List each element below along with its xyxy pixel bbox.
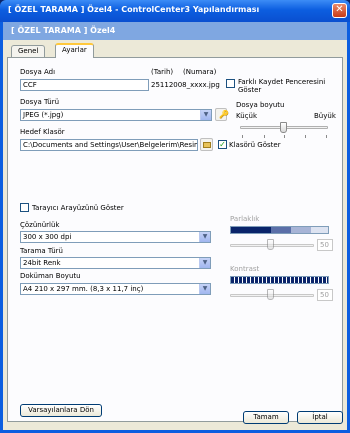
cancel-button[interactable]: İptal	[297, 411, 343, 424]
scan-type-label: Tarama Türü	[20, 247, 63, 255]
slider-tick	[264, 135, 265, 138]
browse-button[interactable]	[200, 138, 213, 151]
window-frame: [ ÖZEL TARAMA ] Özel4 Genel Ayarlar Dosy…	[0, 22, 350, 433]
folder-icon	[203, 142, 211, 148]
chevron-down-icon: ▼	[200, 110, 211, 120]
close-icon: ✕	[335, 4, 344, 15]
show-scanner-ui-label: Tarayıcı Arayüzünü Göster	[32, 204, 124, 212]
brightness-gauge	[230, 226, 329, 234]
file-type-settings-button[interactable]: 🔑	[215, 108, 229, 121]
contrast-slider-thumb[interactable]	[267, 289, 274, 300]
file-type-select[interactable]: JPEG (*.jpg) ▼	[20, 109, 212, 121]
scan-type-value: 24bit Renk	[23, 259, 61, 267]
file-type-value: JPEG (*.jpg)	[23, 111, 64, 119]
header-band: [ ÖZEL TARAMA ] Özel4	[3, 22, 347, 40]
doc-size-select[interactable]: A4 210 x 297 mm. (8,3 x 11,7 inç) ▼	[20, 283, 211, 295]
file-size-slider-thumb[interactable]	[280, 122, 287, 133]
date-label: (Tarih)	[151, 68, 174, 76]
window-title: [ ÖZEL TARAMA ] Özel4 - ControlCenter3 Y…	[8, 5, 260, 14]
resolution-label: Çözünürlük	[20, 221, 60, 229]
file-size-small-label: Küçük	[236, 112, 258, 120]
contrast-label: Kontrast	[230, 265, 260, 273]
brightness-label: Parlaklık	[230, 215, 260, 223]
dest-folder-label: Hedef Klasör	[20, 128, 65, 136]
file-type-label: Dosya Türü	[20, 98, 60, 106]
contrast-value[interactable]: 50	[317, 289, 333, 301]
doc-size-label: Doküman Boyutu	[20, 272, 81, 280]
slider-tick	[284, 135, 285, 138]
resolution-value: 300 x 300 dpi	[23, 233, 72, 241]
resolution-select[interactable]: 300 x 300 dpi ▼	[20, 231, 211, 243]
show-folder-label: Klasörü Göster	[229, 141, 281, 149]
slider-tick	[242, 135, 243, 138]
restore-defaults-button[interactable]: Varsayılanlara Dön	[20, 404, 102, 417]
brightness-slider-thumb[interactable]	[267, 239, 274, 250]
title-bar: [ ÖZEL TARAMA ] Özel4 - ControlCenter3 Y…	[0, 0, 350, 22]
file-size-label: Dosya boyutu	[236, 101, 285, 109]
tab-ayarlar[interactable]: Ayarlar	[55, 43, 94, 58]
chevron-down-icon: ▼	[199, 258, 210, 268]
file-name-input[interactable]: CCF	[20, 79, 149, 91]
brightness-value[interactable]: 50	[317, 239, 333, 251]
scan-type-select[interactable]: 24bit Renk ▼	[20, 257, 211, 269]
chevron-down-icon: ▼	[199, 232, 210, 242]
slider-tick	[326, 135, 327, 138]
tab-genel[interactable]: Genel	[11, 45, 46, 57]
save-as-checkbox[interactable]	[226, 79, 235, 88]
save-as-label: Farklı Kaydet Penceresini Göster	[238, 78, 326, 94]
slider-tick	[305, 135, 306, 138]
settings-panel: Dosya Adı CCF (Tarih) (Numara) 25112008_…	[7, 57, 343, 422]
file-name-preview: 25112008_xxxx.jpg	[151, 81, 220, 89]
close-button[interactable]: ✕	[332, 3, 347, 18]
doc-size-value: A4 210 x 297 mm. (8,3 x 11,7 inç)	[23, 285, 144, 293]
file-size-large-label: Büyük	[314, 112, 336, 120]
contrast-gauge	[230, 276, 329, 284]
key-icon: 🔑	[219, 110, 229, 119]
show-folder-checkbox[interactable]: ✓	[218, 140, 227, 149]
dest-folder-input[interactable]: C:\Documents and Settings\User\Belgeleri…	[20, 139, 198, 151]
show-scanner-ui-checkbox[interactable]	[20, 203, 29, 212]
ok-button[interactable]: Tamam	[243, 411, 289, 424]
number-label: (Numara)	[183, 68, 217, 76]
chevron-down-icon: ▼	[199, 284, 210, 294]
file-name-label: Dosya Adı	[20, 68, 56, 76]
